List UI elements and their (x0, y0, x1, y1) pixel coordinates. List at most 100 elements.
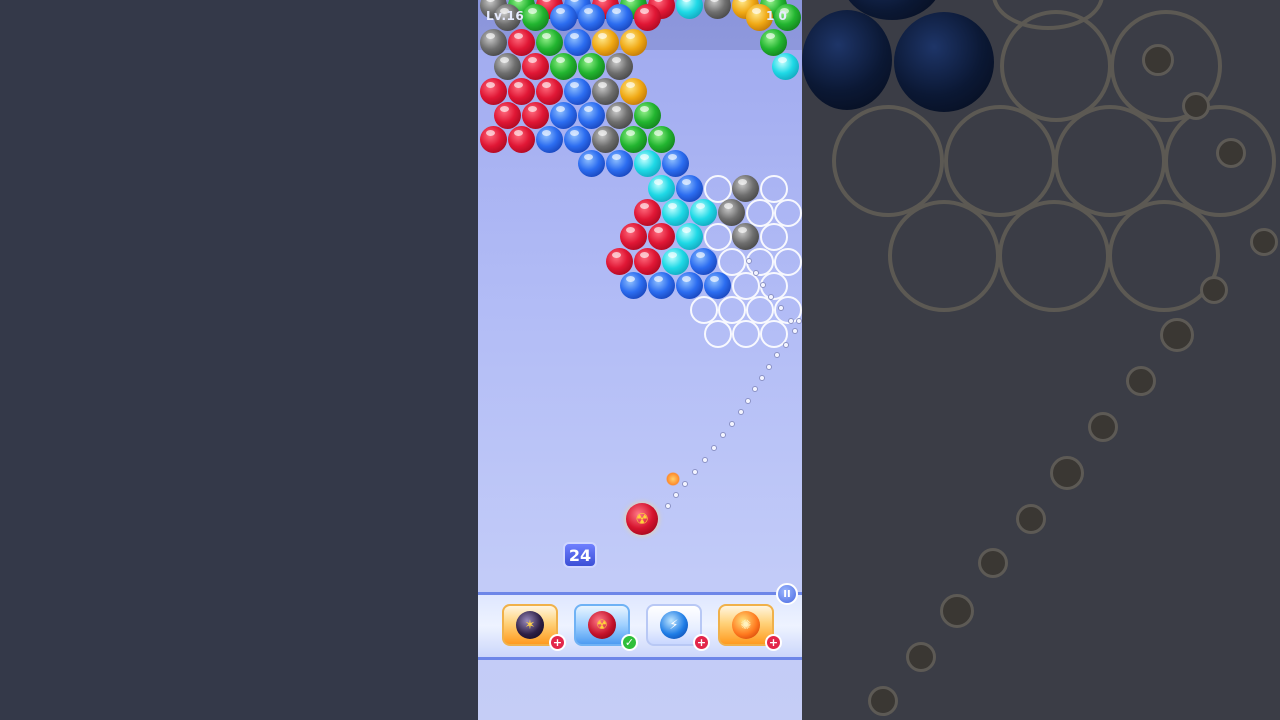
bubble-cyan (690, 199, 717, 226)
bubble-red (522, 53, 549, 80)
bubble-cyan (772, 53, 799, 80)
right-letterbox-zoom (802, 0, 1280, 720)
empty-slot (704, 223, 732, 251)
aim-dot (682, 481, 688, 487)
pause-button[interactable]: II (776, 583, 798, 605)
aim-dot (768, 294, 774, 300)
ghost-aim-dot (1142, 44, 1174, 76)
empty-slot (732, 320, 760, 348)
bubble-gray (732, 223, 759, 250)
empty-slot (704, 320, 732, 348)
aim-dot (673, 492, 679, 498)
bubble-red (634, 248, 661, 275)
bubble-blue (550, 102, 577, 129)
bubble-blue (578, 150, 605, 177)
aim-dot (783, 342, 789, 348)
bubble-cyan (662, 199, 689, 226)
bubble-red (536, 78, 563, 105)
booster-lightning-add-badge[interactable]: + (693, 634, 710, 651)
booster-nuke-selected-badge: ✓ (621, 634, 638, 651)
shooter-bubble[interactable]: ☢ (626, 503, 658, 535)
bubble-green (634, 102, 661, 129)
bubble-red (508, 78, 535, 105)
aim-dot (759, 375, 765, 381)
bubble-blue (564, 29, 591, 56)
bubble-cyan (662, 248, 689, 275)
bubble-blue (704, 272, 731, 299)
aim-dot (746, 258, 752, 264)
bubble-blue (676, 272, 703, 299)
aim-dot (752, 386, 758, 392)
bubble-red (606, 248, 633, 275)
game-board[interactable]: Lv.16 1 0 ☢ 24 II ✶ + ☢ ✓ ⚡ + ✺ + (478, 0, 802, 720)
bubble-red (634, 4, 661, 31)
bubble-blue (648, 272, 675, 299)
ghost-aim-dot (978, 548, 1008, 578)
nuke-bomb-icon: ☢ (588, 611, 616, 639)
aim-dot (796, 318, 802, 324)
bubble-red (648, 223, 675, 250)
ghost-aim-dot (1216, 138, 1246, 168)
bubble-blue (662, 150, 689, 177)
bubble-red (522, 102, 549, 129)
aim-dot (760, 282, 766, 288)
aim-dot (720, 432, 726, 438)
score-label: 1 0 (766, 9, 787, 23)
bubble-blue (550, 4, 577, 31)
ghost-aim-dot (1160, 318, 1194, 352)
ghost-ring (888, 200, 1000, 312)
booster-fireball-add-badge[interactable]: + (765, 634, 782, 651)
bubble-gray (606, 102, 633, 129)
bubble-gold (620, 29, 647, 56)
bubble-green (550, 53, 577, 80)
left-letterbox (0, 0, 478, 720)
ghost-ring (944, 105, 1056, 217)
ghost-bubble (802, 10, 892, 110)
bubble-gray (592, 78, 619, 105)
ghost-aim-dot (940, 594, 974, 628)
bubble-gold (620, 78, 647, 105)
fireball-icon: ✺ (732, 611, 760, 639)
ghost-aim-dot (1050, 456, 1084, 490)
bubble-red (508, 29, 535, 56)
aim-dot (788, 318, 794, 324)
bubble-cyan (634, 150, 661, 177)
bubble-cyan (648, 175, 675, 202)
bubble-red (494, 102, 521, 129)
ghost-aim-dot (1126, 366, 1156, 396)
aim-dot (778, 305, 784, 311)
bubble-red (620, 223, 647, 250)
bubble-green (648, 126, 675, 153)
empty-slot (760, 223, 788, 251)
bubble-green (760, 29, 787, 56)
aim-dot (766, 364, 772, 370)
aim-dot (729, 421, 735, 427)
bubble-blue (676, 175, 703, 202)
moves-counter: 24 (563, 542, 597, 568)
aim-dot (745, 398, 751, 404)
ghost-ring (832, 105, 944, 217)
ghost-aim-dot (1250, 228, 1278, 256)
bubble-blue (536, 126, 563, 153)
ghost-ring (1054, 105, 1166, 217)
aim-dot (711, 445, 717, 451)
bubble-green (620, 126, 647, 153)
ghost-aim-dot (868, 686, 898, 716)
aim-dot (738, 409, 744, 415)
ghost-aim-dot (1016, 504, 1046, 534)
bubble-gold (592, 29, 619, 56)
ghost-aim-dot (1088, 412, 1118, 442)
bubble-cyan (676, 223, 703, 250)
ghost-aim-dot (1182, 92, 1210, 120)
aim-dot (792, 328, 798, 334)
bubble-red (480, 126, 507, 153)
bubble-green (536, 29, 563, 56)
aim-dot (665, 503, 671, 509)
level-label: Lv.16 (486, 9, 525, 23)
bomb-icon: ✶ (516, 611, 544, 639)
bubble-red (480, 78, 507, 105)
booster-bomb-add-badge[interactable]: + (549, 634, 566, 651)
launch-spark (663, 469, 683, 489)
aim-dot (692, 469, 698, 475)
aim-dot (774, 352, 780, 358)
